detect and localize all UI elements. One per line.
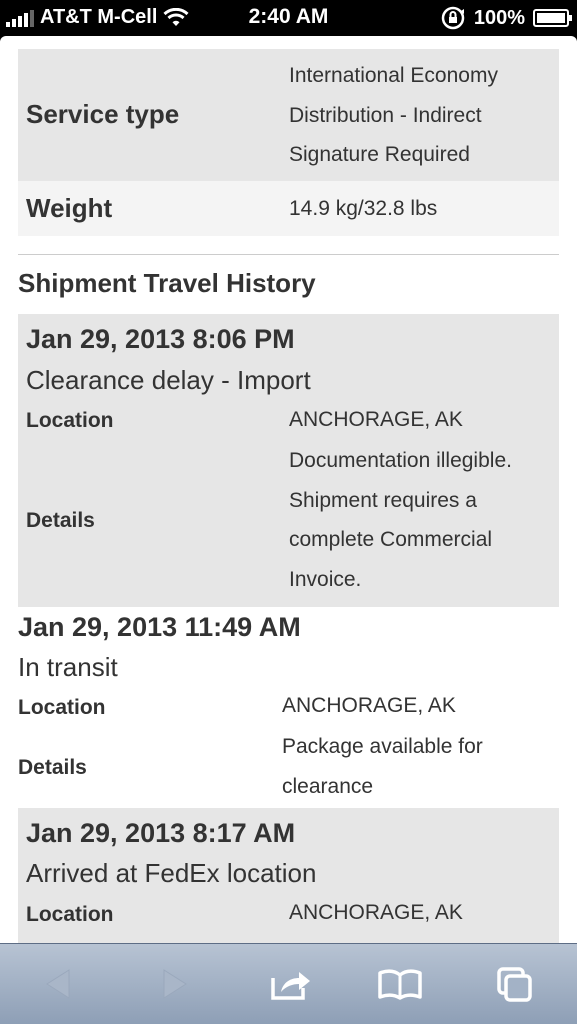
service-type-value: International Economy Distribution - Ind…	[289, 64, 498, 166]
event-date: Jan 29, 2013 11:49 AM	[18, 612, 301, 642]
event-status: Arrived at FedEx location	[26, 858, 317, 888]
bookmarks-icon	[378, 969, 422, 1000]
location-value: ANCHORAGE, AK	[289, 408, 463, 431]
event-status: In transit	[18, 652, 118, 682]
history-event: Jan 29, 2013 8:06 PM Clearance delay - I…	[18, 314, 559, 607]
location-label: Location	[18, 696, 106, 719]
status-bar: AT&T M-Cell 2:40 AM 100%	[0, 0, 577, 36]
details-label: Details	[18, 756, 87, 779]
event-status: Clearance delay - Import	[26, 365, 311, 395]
weight-row: Weight 14.9 kg/32.8 lbs	[18, 181, 559, 236]
status-right: 100%	[440, 6, 572, 30]
weight-label: Weight	[26, 193, 113, 223]
details-value: Documentation illegible. Shipment requir…	[289, 449, 512, 591]
back-button[interactable]	[33, 962, 83, 1006]
location-value: ANCHORAGE, AK	[289, 901, 463, 924]
service-type-label: Service type	[26, 99, 180, 129]
rotation-lock-icon	[441, 6, 465, 30]
location-label: Location	[26, 903, 114, 926]
event-date: Jan 29, 2013 8:17 AM	[26, 818, 296, 848]
forward-button[interactable]	[150, 962, 200, 1006]
share-button[interactable]	[266, 962, 316, 1006]
back-icon	[46, 969, 70, 999]
history-event: Jan 29, 2013 8:17 AM Arrived at FedEx lo…	[18, 808, 559, 943]
share-icon	[271, 972, 310, 1000]
bookmarks-button[interactable]	[375, 962, 425, 1006]
forward-icon	[163, 969, 187, 999]
battery-icon	[533, 9, 572, 27]
details-label: Details	[26, 509, 95, 532]
service-type-row: Service type International Economy Distr…	[18, 49, 559, 181]
event-date: Jan 29, 2013 8:06 PM	[26, 324, 295, 354]
location-label: Location	[26, 409, 114, 432]
weight-value: 14.9 kg/32.8 lbs	[289, 197, 438, 220]
page-content: Service type International Economy Distr…	[0, 36, 577, 943]
divider	[18, 254, 559, 255]
tabs-icon	[497, 967, 532, 1002]
browser-toolbar	[0, 943, 577, 1024]
history-event: Jan 29, 2013 11:49 AM In transit Locatio…	[18, 607, 559, 808]
battery-percent: 100%	[473, 6, 525, 29]
tabs-button[interactable]	[490, 962, 540, 1006]
details-value: Package available for clearance	[282, 735, 483, 798]
section-title: Shipment Travel History	[18, 268, 316, 298]
location-value: ANCHORAGE, AK	[282, 694, 456, 717]
